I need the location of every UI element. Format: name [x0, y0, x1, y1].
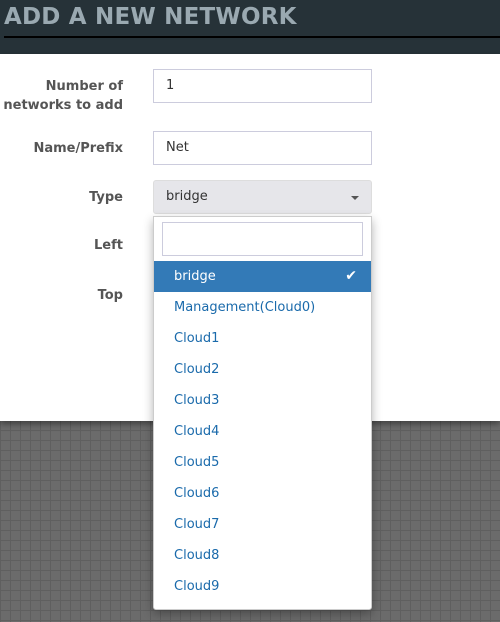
- name-label: Name/Prefix: [33, 141, 123, 156]
- name-input[interactable]: Net: [153, 131, 372, 165]
- dropdown-option[interactable]: Management(Cloud0): [154, 292, 371, 323]
- count-input[interactable]: 1: [153, 69, 372, 103]
- option-label: Cloud7: [174, 517, 220, 532]
- dropdown-option[interactable]: Cloud8: [154, 540, 371, 571]
- dropdown-option[interactable]: Cloud3: [154, 385, 371, 416]
- option-label: Cloud5: [174, 455, 220, 470]
- type-dropdown: bridge ✔ Management(Cloud0) Cloud1 Cloud2 Clo…: [153, 216, 372, 610]
- option-label: bridge: [174, 269, 216, 284]
- option-label: Cloud4: [174, 424, 220, 439]
- option-label: Cloud3: [174, 393, 220, 408]
- option-label: Cloud9: [174, 579, 220, 594]
- caret-down-icon: [351, 196, 359, 200]
- dropdown-option[interactable]: Cloud7: [154, 509, 371, 540]
- option-label: Cloud1: [174, 331, 220, 346]
- option-label: Cloud8: [174, 548, 220, 563]
- type-select[interactable]: bridge: [153, 180, 372, 214]
- left-label: Left: [94, 238, 123, 253]
- type-label: Type: [89, 190, 123, 205]
- modal-header: ADD A NEW NETWORK: [0, 0, 500, 54]
- dropdown-search-input[interactable]: [162, 222, 363, 256]
- dropdown-option[interactable]: Cloud1: [154, 323, 371, 354]
- top-label: Top: [97, 288, 123, 303]
- dropdown-option[interactable]: Cloud2: [154, 354, 371, 385]
- dropdown-option[interactable]: Cloud9: [154, 571, 371, 602]
- option-label: Cloud2: [174, 362, 220, 377]
- modal-title: ADD A NEW NETWORK: [4, 4, 297, 30]
- check-icon: ✔: [345, 268, 357, 284]
- dropdown-option[interactable]: Cloud6: [154, 478, 371, 509]
- option-label: Management(Cloud0): [174, 300, 316, 315]
- dropdown-option[interactable]: Cloud4: [154, 416, 371, 447]
- option-label: Cloud6: [174, 486, 220, 501]
- divider: [4, 36, 500, 38]
- count-label: Number of networks to add: [3, 79, 123, 113]
- dropdown-option[interactable]: bridge ✔: [154, 261, 371, 292]
- dropdown-option[interactable]: Cloud5: [154, 447, 371, 478]
- type-select-value: bridge: [166, 189, 208, 204]
